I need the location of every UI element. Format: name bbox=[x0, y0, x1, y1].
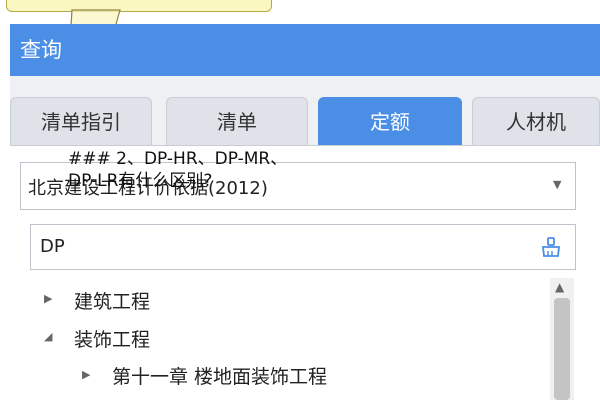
clear-brush-icon[interactable] bbox=[540, 236, 562, 258]
search-input[interactable] bbox=[30, 224, 576, 270]
search-input-value: DP bbox=[40, 236, 65, 257]
tree-item-decoration[interactable]: 装饰工程 bbox=[74, 325, 150, 352]
tree-item-chapter-11[interactable]: 第十一章 楼地面装饰工程 bbox=[112, 362, 327, 389]
tab-list[interactable]: 清单 bbox=[166, 97, 308, 145]
scrollbar-thumb[interactable] bbox=[554, 298, 570, 400]
tree-item-architecture[interactable]: 建筑工程 bbox=[74, 287, 150, 314]
tab-bar: 清单指引 清单 定额 人材机 bbox=[10, 97, 600, 145]
overlay-note: ### 2、DP-HR、DP-MR、DP-LR有什么区别? bbox=[68, 149, 288, 191]
tab-quota[interactable]: 定额 bbox=[318, 97, 462, 145]
chevron-down-icon[interactable]: ▼ bbox=[553, 178, 561, 191]
tab-labor-material-machine[interactable]: 人材机 bbox=[472, 97, 600, 145]
expand-arrow-icon[interactable]: ▶ bbox=[82, 368, 90, 381]
expand-arrow-icon[interactable]: ▶ bbox=[44, 292, 52, 305]
callout-balloon bbox=[6, 0, 272, 12]
screenshot-stage: 查询 清单指引 清单 定额 人材机 北京建设工程计价依据(2012) ▼ ###… bbox=[0, 0, 600, 400]
collapse-arrow-icon[interactable]: ◢ bbox=[44, 330, 52, 343]
query-panel-header: 查询 bbox=[10, 24, 600, 76]
scroll-up-arrow-icon[interactable]: ▲ bbox=[555, 280, 564, 294]
header-title: 查询 bbox=[20, 38, 62, 62]
tab-list-guide[interactable]: 清单指引 bbox=[10, 97, 152, 145]
